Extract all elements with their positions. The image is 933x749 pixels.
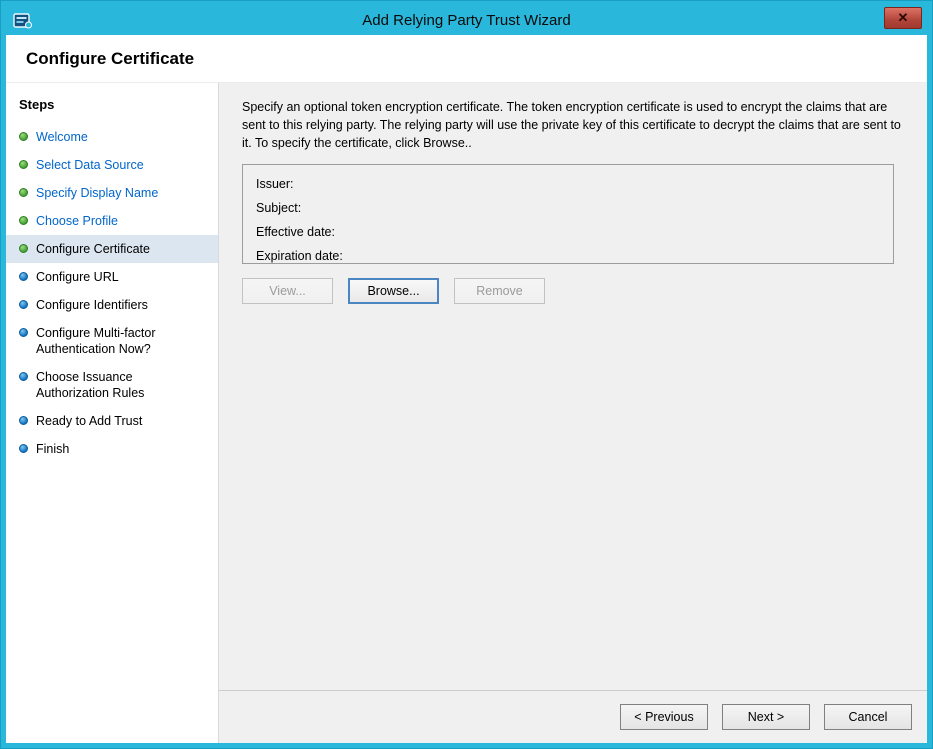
page-header: Configure Certificate [6,35,927,83]
step-upcoming-icon [19,272,28,281]
step-select-data-source[interactable]: Select Data Source [6,151,218,179]
wizard-navigation: < Previous Next > Cancel [219,690,927,743]
description-text: Specify an optional token encryption cer… [242,98,907,152]
step-upcoming-icon [19,328,28,337]
previous-button[interactable]: < Previous [620,704,708,730]
cert-issuer-label: Issuer: [256,173,880,197]
wizard-app-icon [13,12,32,29]
browse-button[interactable]: Browse... [348,278,439,304]
step-configure-certificate: Configure Certificate [6,235,218,263]
step-choose-issuance-authorization-rules: Choose Issuance Authorization Rules [6,363,218,407]
step-completed-icon [19,132,28,141]
certificate-actions: View... Browse... Remove [242,278,907,304]
remove-button[interactable]: Remove [454,278,545,304]
steps-list: Welcome Select Data Source Specify Displ… [6,123,218,463]
close-button[interactable]: ✕ [884,7,922,29]
steps-heading: Steps [6,95,218,123]
step-completed-icon [19,216,28,225]
step-ready-to-add-trust: Ready to Add Trust [6,407,218,435]
steps-sidebar: Steps Welcome Select Data Source Specify… [6,83,219,743]
close-icon: ✕ [898,10,909,25]
cert-subject-label: Subject: [256,197,880,221]
cert-expiration-date-label: Expiration date: [256,245,880,269]
wizard-window: Add Relying Party Trust Wizard ✕ Configu… [0,0,933,749]
next-button[interactable]: Next > [722,704,810,730]
step-completed-icon [19,188,28,197]
wizard-body: Steps Welcome Select Data Source Specify… [6,83,927,743]
step-configure-mfa: Configure Multi-factor Authentication No… [6,319,218,363]
step-choose-profile[interactable]: Choose Profile [6,207,218,235]
main-panel: Specify an optional token encryption cer… [219,83,927,743]
step-completed-icon [19,160,28,169]
step-upcoming-icon [19,300,28,309]
main-content: Specify an optional token encryption cer… [219,83,927,690]
step-welcome[interactable]: Welcome [6,123,218,151]
page-title: Configure Certificate [26,49,194,69]
step-configure-identifiers: Configure Identifiers [6,291,218,319]
certificate-info-box: Issuer: Subject: Effective date: Expirat… [242,164,894,264]
cert-effective-date-label: Effective date: [256,221,880,245]
step-upcoming-icon [19,444,28,453]
view-button[interactable]: View... [242,278,333,304]
step-specify-display-name[interactable]: Specify Display Name [6,179,218,207]
titlebar: Add Relying Party Trust Wizard ✕ [6,6,927,35]
step-current-icon [19,244,28,253]
window-title: Add Relying Party Trust Wizard [6,12,927,29]
step-upcoming-icon [19,416,28,425]
step-upcoming-icon [19,372,28,381]
cancel-button[interactable]: Cancel [824,704,912,730]
step-finish: Finish [6,435,218,463]
step-configure-url: Configure URL [6,263,218,291]
